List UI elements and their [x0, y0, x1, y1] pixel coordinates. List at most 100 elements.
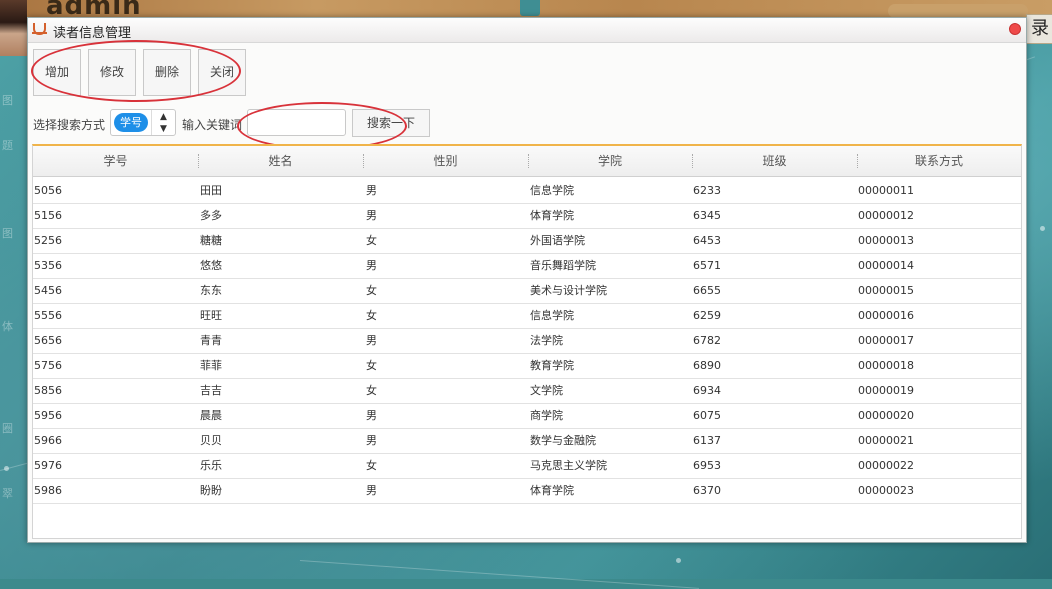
cell-gender: 女 — [366, 384, 377, 397]
cell-contact: 00000023 — [858, 484, 914, 497]
keyword-input[interactable] — [247, 109, 346, 136]
table-row[interactable]: 5256 糖糖 女 外国语学院 6453 00000013 — [33, 229, 1021, 254]
cell-college: 教育学院 — [530, 359, 574, 372]
table-row[interactable]: 5756 菲菲 女 教育学院 6890 00000018 — [33, 354, 1021, 379]
cell-gender: 女 — [366, 309, 377, 322]
cell-contact: 00000020 — [858, 409, 914, 422]
col-header-gender[interactable]: 性别 — [363, 146, 528, 176]
side-hint-4: 体 — [2, 320, 13, 333]
search-mode-label: 选择搜索方式 — [33, 118, 106, 132]
col-header-contact[interactable]: 联系方式 — [857, 146, 1021, 176]
col-header-college[interactable]: 学院 — [528, 146, 692, 176]
cell-name: 多多 — [200, 209, 222, 222]
side-hint-5: 圈 — [2, 422, 13, 435]
cell-class: 6137 — [693, 434, 721, 447]
cell-contact: 00000015 — [858, 284, 914, 297]
cell-contact: 00000021 — [858, 434, 914, 447]
cell-class: 6934 — [693, 384, 721, 397]
cell-college: 法学院 — [530, 334, 563, 347]
login-badge[interactable]: 录 — [1026, 14, 1052, 44]
window-close-icon[interactable] — [1009, 23, 1021, 35]
cell-gender: 男 — [366, 484, 377, 497]
cell-student-id: 5056 — [34, 184, 62, 197]
search-button[interactable]: 搜索一下 — [352, 109, 430, 137]
table-row[interactable]: 5356 悠悠 男 音乐舞蹈学院 6571 00000014 — [33, 254, 1021, 279]
cell-gender: 男 — [366, 334, 377, 347]
cell-contact: 00000013 — [858, 234, 914, 247]
cell-contact: 00000014 — [858, 259, 914, 272]
cell-name: 晨晨 — [200, 409, 222, 422]
cell-college: 信息学院 — [530, 309, 574, 322]
cell-college: 音乐舞蹈学院 — [530, 259, 596, 272]
cell-class: 6370 — [693, 484, 721, 497]
cell-college: 美术与设计学院 — [530, 284, 607, 297]
add-button[interactable]: 增加 — [33, 49, 81, 96]
updown-arrows-icon: ▲ ▼ — [151, 110, 175, 135]
col-header-class[interactable]: 班级 — [692, 146, 857, 176]
cell-college: 数学与金融院 — [530, 434, 596, 447]
cell-name: 东东 — [200, 284, 222, 297]
cell-contact: 00000011 — [858, 184, 914, 197]
coffee-cup-icon — [32, 23, 47, 35]
reader-management-window: 读者信息管理 增加 修改 删除 关闭 选择搜索方式 学号 ▲ ▼ 输入关键词 搜索… — [27, 17, 1027, 543]
cell-gender: 男 — [366, 409, 377, 422]
cell-college: 马克思主义学院 — [530, 459, 607, 472]
cell-student-id: 5256 — [34, 234, 62, 247]
col-header-name[interactable]: 姓名 — [198, 146, 363, 176]
cell-contact: 00000018 — [858, 359, 914, 372]
window-titlebar[interactable]: 读者信息管理 — [28, 18, 1026, 43]
cell-college: 体育学院 — [530, 484, 574, 497]
cell-class: 6782 — [693, 334, 721, 347]
cell-class: 6345 — [693, 209, 721, 222]
cell-name: 菲菲 — [200, 359, 222, 372]
cell-name: 悠悠 — [200, 259, 222, 272]
cell-college: 外国语学院 — [530, 234, 585, 247]
cell-gender: 女 — [366, 459, 377, 472]
cell-class: 6233 — [693, 184, 721, 197]
col-header-student-id[interactable]: 学号 — [33, 146, 198, 176]
table-row[interactable]: 5856 吉吉 女 文学院 6934 00000019 — [33, 379, 1021, 404]
reader-table: 学号 姓名 性别 学院 班级 联系方式 5056 田田男信息学院 6233 00000… — [32, 144, 1022, 539]
cell-class: 6655 — [693, 284, 721, 297]
table-row[interactable]: 5976 乐乐 女 马克思主义学院 6953 00000022 — [33, 454, 1021, 479]
edit-button[interactable]: 修改 — [88, 49, 136, 96]
table-header: 学号 姓名 性别 学院 班级 联系方式 — [33, 146, 1021, 177]
table-row[interactable]: 5156 多多 男 体育学院 6345 00000012 — [33, 204, 1021, 229]
cell-name: 青青 — [200, 334, 222, 347]
side-hint-3: 图 — [2, 227, 13, 240]
cell-college: 商学院 — [530, 409, 563, 422]
cell-gender: 女 — [366, 359, 377, 372]
cell-name: 乐乐 — [200, 459, 222, 472]
table-row[interactable]: 5456 东东 女 美术与设计学院 6655 00000015 — [33, 279, 1021, 304]
desktop-wood-banner — [0, 0, 1052, 18]
table-row[interactable]: 5556 旺旺 女 信息学院 6259 00000016 — [33, 304, 1021, 329]
table-row[interactable]: 5986 盼盼 男 体育学院 6370 00000023 — [33, 479, 1021, 504]
table-row[interactable]: 5056 田田 男 信息学院 6233 00000011 — [33, 179, 1021, 204]
cell-gender: 男 — [366, 434, 377, 447]
cell-student-id: 5156 — [34, 209, 62, 222]
cell-class: 6890 — [693, 359, 721, 372]
search-mode-select[interactable]: 学号 ▲ ▼ — [110, 109, 176, 136]
cell-contact: 00000019 — [858, 384, 914, 397]
delete-button[interactable]: 删除 — [143, 49, 191, 96]
cell-contact: 00000016 — [858, 309, 914, 322]
cell-college: 信息学院 — [530, 184, 574, 197]
cell-student-id: 5356 — [34, 259, 62, 272]
cell-contact: 00000012 — [858, 209, 914, 222]
window-title: 读者信息管理 — [53, 26, 132, 41]
table-row[interactable]: 5956 晨晨 男 商学院 6075 00000020 — [33, 404, 1021, 429]
cell-contact: 00000017 — [858, 334, 914, 347]
cell-class: 6075 — [693, 409, 721, 422]
cell-gender: 男 — [366, 184, 377, 197]
cell-student-id: 5856 — [34, 384, 62, 397]
cell-student-id: 5556 — [34, 309, 62, 322]
cell-college: 文学院 — [530, 384, 563, 397]
close-button[interactable]: 关闭 — [198, 49, 246, 96]
cell-gender: 男 — [366, 209, 377, 222]
cell-class: 6453 — [693, 234, 721, 247]
side-hint-6: 翠 — [2, 487, 13, 500]
table-row[interactable]: 5656 青青 男 法学院 6782 00000017 — [33, 329, 1021, 354]
cell-name: 田田 — [200, 184, 222, 197]
table-row[interactable]: 5966 贝贝 男 数学与金融院 6137 00000021 — [33, 429, 1021, 454]
cell-student-id: 5656 — [34, 334, 62, 347]
